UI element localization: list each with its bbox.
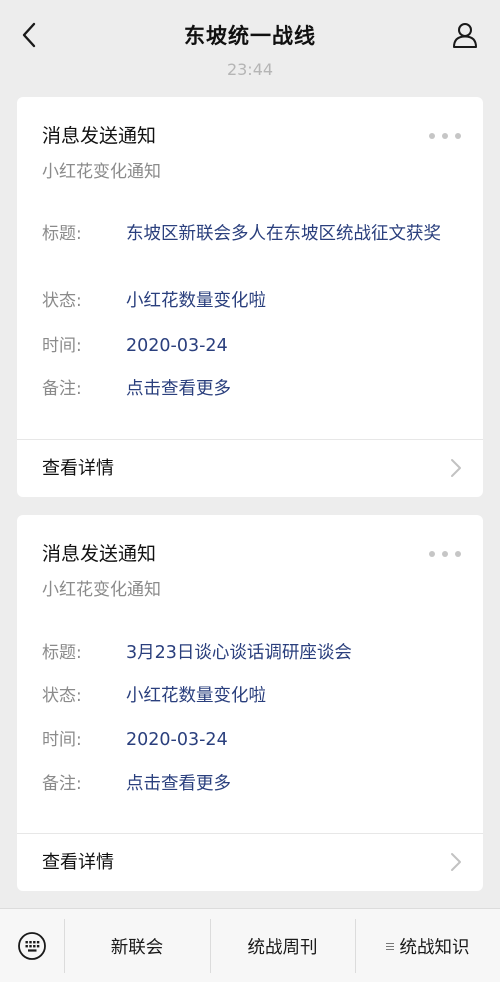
menu-item-label: 新联会 (110, 937, 164, 958)
view-details-label: 查看详情 (42, 852, 114, 873)
chevron-right-icon (451, 459, 461, 477)
field-value: 点击查看更多 (126, 774, 231, 794)
card-subtitle: 小红花变化通知 (42, 580, 161, 600)
field-label: 时间: (42, 730, 82, 750)
card-title: 消息发送通知 (42, 125, 157, 147)
menu-item-tongzhan-knowledge[interactable]: 统战知识 (355, 909, 500, 982)
message-card[interactable]: 消息发送通知 小红花变化通知 标题: 3月23日谈心谈话调研座谈会 状态: 小红… (17, 515, 483, 891)
field-note: 备注: 点击查看更多 (42, 377, 463, 401)
view-details-label: 查看详情 (42, 458, 114, 479)
field-title: 标题: 东坡区新联会多人在东坡区统战征文获奖 (42, 222, 463, 246)
field-label: 备注: (42, 774, 82, 794)
field-value: 点击查看更多 (126, 379, 231, 399)
field-label: 状态: (42, 291, 82, 311)
field-label: 状态: (42, 686, 82, 706)
field-note: 备注: 点击查看更多 (42, 772, 463, 796)
profile-button[interactable] (448, 18, 482, 52)
view-details-row[interactable]: 查看详情 (17, 440, 483, 496)
more-options-icon[interactable] (429, 129, 461, 143)
submenu-lines-icon (385, 941, 394, 952)
field-value: 小红花数量变化啦 (126, 686, 266, 706)
person-icon (453, 23, 477, 48)
card-subtitle: 小红花变化通知 (42, 162, 161, 182)
field-time: 时间: 2020-03-24 (42, 728, 463, 752)
field-status: 状态: 小红花数量变化啦 (42, 289, 463, 313)
card-title: 消息发送通知 (42, 543, 157, 565)
field-title: 标题: 3月23日谈心谈话调研座谈会 (42, 641, 463, 665)
view-details-row[interactable]: 查看详情 (17, 834, 483, 890)
field-label: 标题: (42, 643, 82, 663)
menu-item-tongzhan-weekly[interactable]: 统战周刊 (210, 909, 355, 982)
keyboard-toggle-button[interactable] (0, 909, 64, 982)
field-value: 2020-03-24 (126, 336, 228, 356)
field-value: 3月23日谈心谈话调研座谈会 (126, 643, 352, 663)
field-value: 小红花数量变化啦 (126, 291, 266, 311)
more-options-icon[interactable] (429, 547, 461, 561)
field-label: 备注: (42, 379, 82, 399)
message-timestamp: 23:44 (226, 60, 274, 79)
field-time: 时间: 2020-03-24 (42, 334, 463, 358)
menu-item-xinlianhui[interactable]: 新联会 (64, 909, 210, 982)
field-status: 状态: 小红花数量变化啦 (42, 684, 463, 708)
field-label: 标题: (42, 224, 82, 244)
page-title: 东坡统一战线 (184, 24, 316, 48)
keyboard-icon (18, 932, 46, 960)
field-label: 时间: (42, 336, 82, 356)
menu-item-label: 统战周刊 (247, 937, 318, 958)
menu-item-label: 统战知识 (399, 937, 470, 958)
field-value: 东坡区新联会多人在东坡区统战征文获奖 (126, 224, 441, 244)
chat-screen: 东坡统一战线 23:44 消息发送通知 小红花变化通知 标题: 东坡区新联会多人… (0, 0, 500, 982)
message-card[interactable]: 消息发送通知 小红花变化通知 标题: 东坡区新联会多人在东坡区统战征文获奖 状态… (17, 97, 483, 497)
field-value: 2020-03-24 (126, 730, 228, 750)
chevron-right-icon (451, 853, 461, 871)
bottom-menu-bar: 新联会 统战周刊 统战知识 (0, 908, 500, 982)
